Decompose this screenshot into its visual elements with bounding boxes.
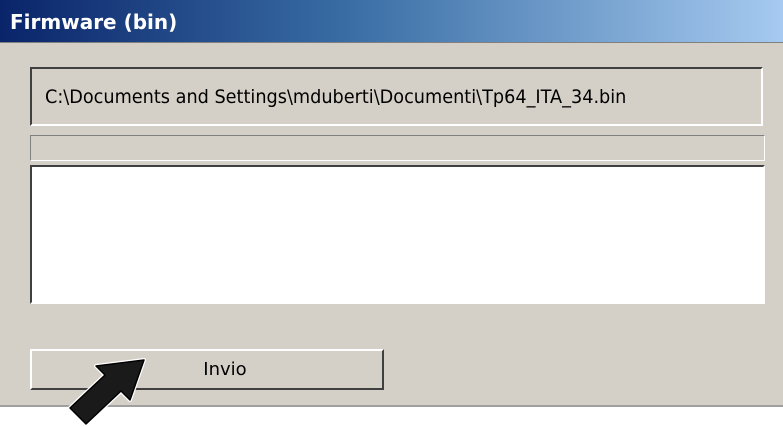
- title-bar: Firmware (bin): [0, 0, 783, 43]
- log-area[interactable]: [30, 165, 765, 304]
- window-title: Firmware (bin): [10, 10, 178, 34]
- firmware-window: Firmware (bin) C:\Documents and Settings…: [0, 0, 783, 407]
- upload-progress-bar: [30, 135, 765, 161]
- arrow-pointer-icon: [68, 358, 146, 426]
- firmware-path-text: C:\Documents and Settings\mduberti\Docum…: [45, 86, 627, 108]
- send-button-label: Invio: [203, 359, 247, 380]
- firmware-path-field: C:\Documents and Settings\mduberti\Docum…: [30, 67, 763, 126]
